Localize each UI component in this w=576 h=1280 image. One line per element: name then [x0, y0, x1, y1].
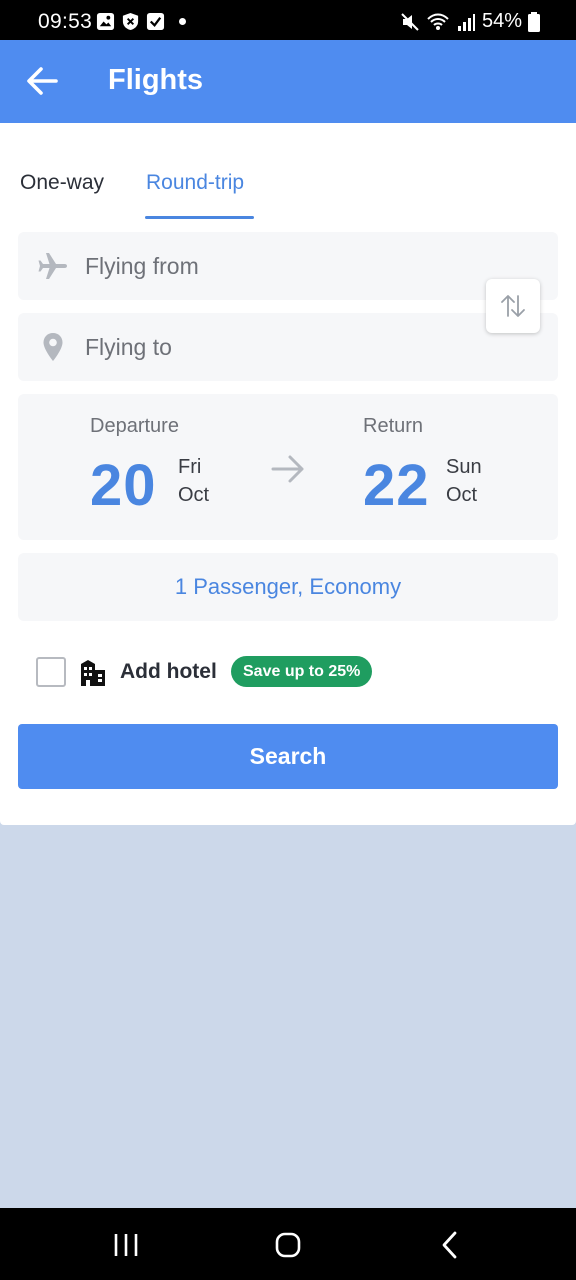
flying-to-field[interactable]: Flying to — [18, 313, 558, 381]
home-button[interactable] — [268, 1230, 308, 1260]
swap-vertical-icon — [501, 295, 525, 317]
departure-weekday: Fri — [178, 456, 202, 478]
system-navigation-bar — [0, 1208, 576, 1280]
back-button[interactable] — [22, 60, 64, 102]
shield-notification-icon — [122, 12, 139, 31]
swap-route-button[interactable] — [486, 279, 540, 333]
flying-from-placeholder: Flying from — [85, 253, 199, 279]
selected-tab-indicator — [145, 216, 254, 219]
return-date-selector[interactable]: Return 22 Sun Oct — [363, 394, 533, 540]
flying-to-placeholder: Flying to — [85, 334, 172, 360]
departure-date-selector[interactable]: Departure 20 Fri Oct — [90, 394, 260, 540]
system-back-button[interactable] — [430, 1230, 470, 1260]
recent-apps-button[interactable] — [106, 1230, 146, 1260]
flying-from-field[interactable]: Flying from — [18, 232, 558, 300]
battery-percentage: 54% — [481, 10, 522, 32]
tab-round-trip[interactable]: Round-trip — [146, 171, 244, 195]
tab-one-way[interactable]: One-way — [20, 171, 104, 195]
status-bar: 09:53 54% — [0, 0, 576, 40]
return-weekday: Sun — [446, 456, 482, 478]
recent-apps-icon — [114, 1234, 138, 1256]
passenger-class-selector[interactable]: 1 Passenger, Economy — [18, 553, 558, 621]
search-button[interactable]: Search — [18, 724, 558, 789]
passenger-class-text: 1 Passenger, Economy — [174, 574, 402, 599]
flight-search-card: One-way Round-trip Flying from Flying to… — [0, 123, 576, 825]
notification-icons — [96, 12, 186, 31]
chevron-left-icon — [442, 1231, 457, 1259]
location-pin-icon — [43, 333, 63, 361]
add-hotel-row: Add hotel Save up to 25% — [0, 653, 576, 693]
more-notifications-dot-icon — [179, 18, 186, 25]
page-title: Flights — [108, 64, 204, 96]
signal-icon — [457, 13, 475, 31]
return-month: Oct — [446, 484, 478, 506]
return-day: 22 — [363, 453, 430, 518]
battery-icon — [528, 11, 540, 32]
gallery-notification-icon — [96, 12, 115, 31]
departure-month: Oct — [178, 484, 210, 506]
app-bar: Flights — [0, 40, 576, 123]
arrow-right-icon — [271, 455, 304, 483]
return-label: Return — [363, 415, 424, 437]
check-notification-icon — [146, 12, 165, 31]
add-hotel-label: Add hotel — [120, 660, 217, 683]
add-hotel-checkbox[interactable] — [36, 657, 66, 687]
home-icon — [275, 1232, 301, 1258]
status-time: 09:53 — [38, 10, 93, 33]
trip-type-tabs: One-way Round-trip — [0, 123, 576, 219]
arrow-left-icon — [27, 67, 58, 95]
system-status-icons: 54% — [400, 10, 540, 33]
wifi-icon — [427, 13, 449, 30]
mute-icon — [401, 12, 419, 31]
airplane-icon — [38, 253, 67, 279]
departure-label: Departure — [90, 415, 179, 437]
savings-badge: Save up to 25% — [231, 656, 373, 687]
travel-dates-panel: Departure 20 Fri Oct Return 22 Sun Oct — [18, 394, 558, 540]
departure-day: 20 — [90, 453, 157, 518]
hotel-building-icon — [81, 660, 105, 686]
